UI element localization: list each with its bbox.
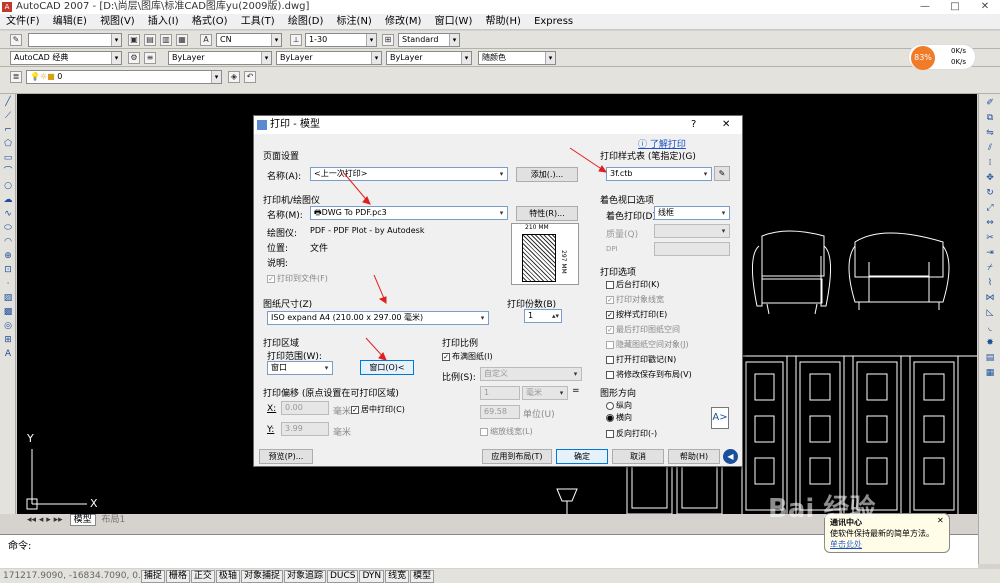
annotation-arrows: [342, 147, 608, 361]
